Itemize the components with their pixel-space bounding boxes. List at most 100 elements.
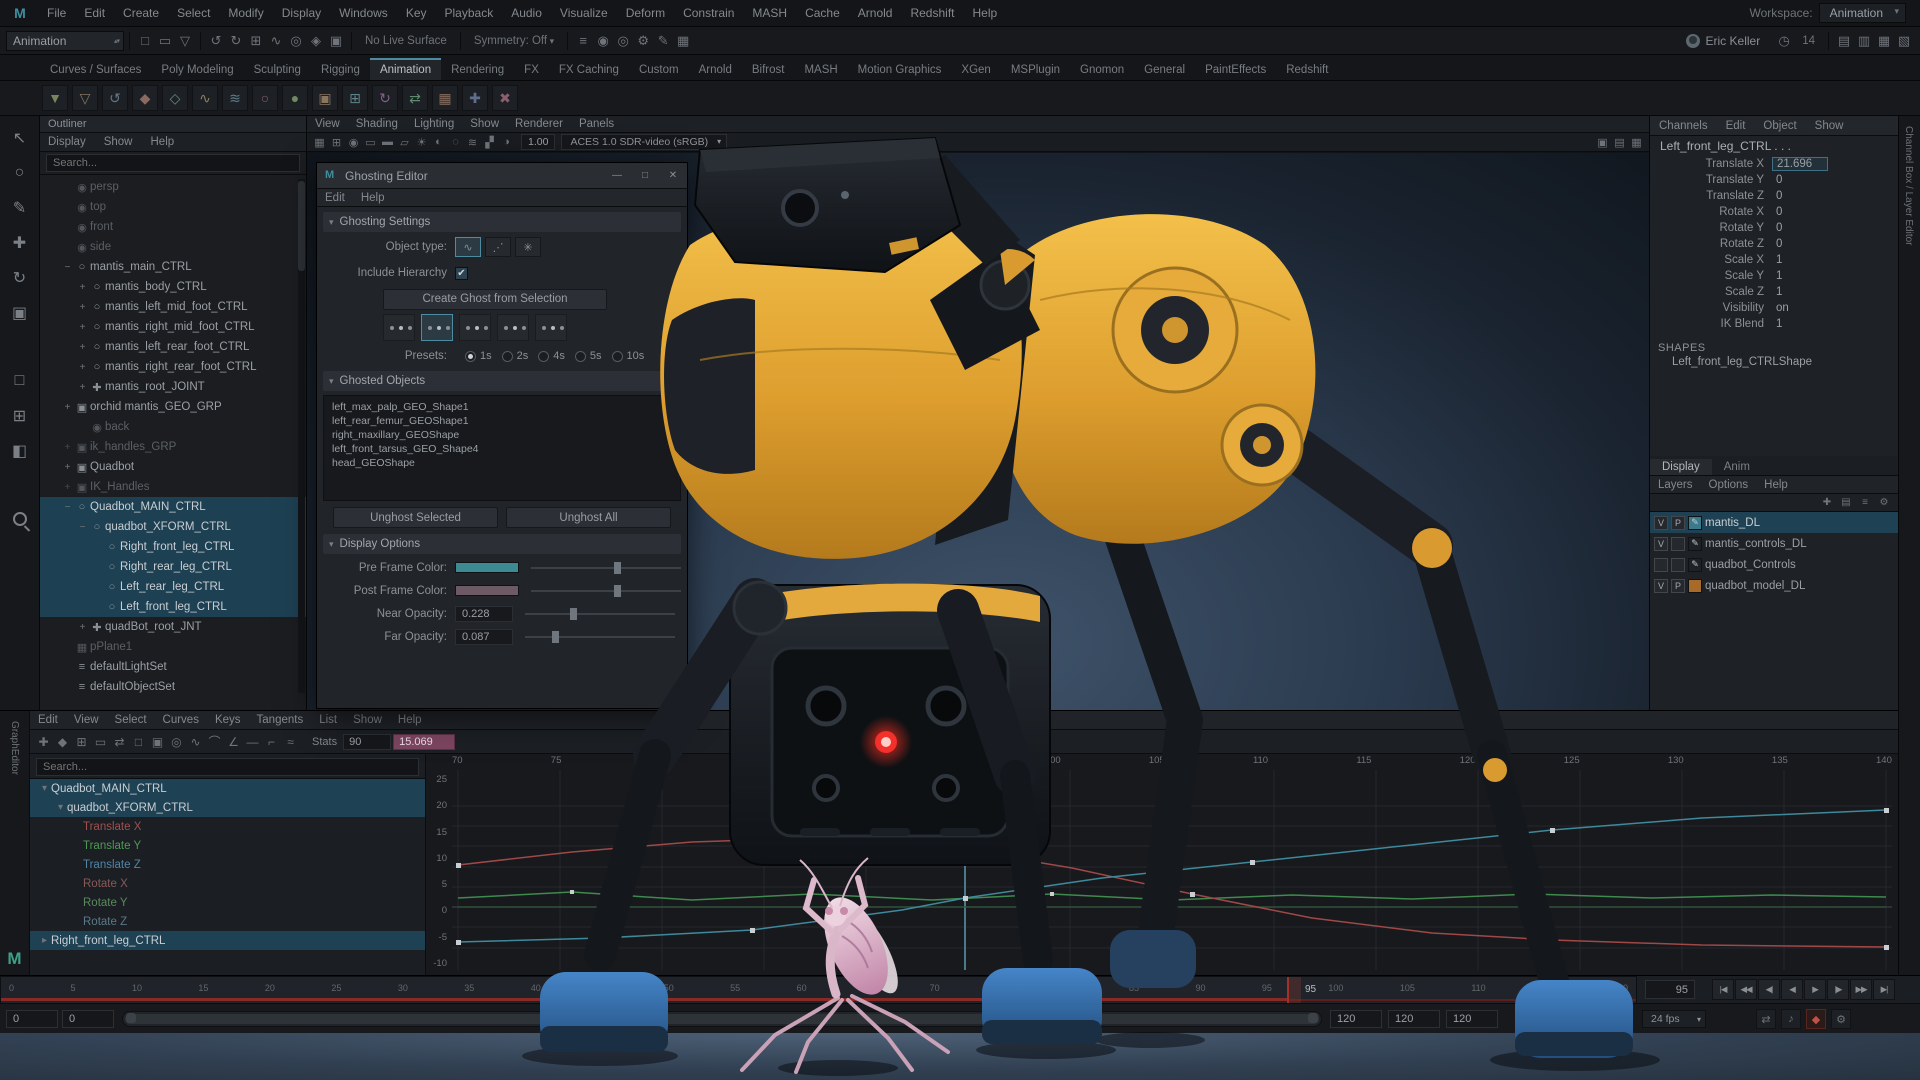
scale-tool-icon[interactable]: ▣: [6, 299, 34, 327]
channel-attribute-row[interactable]: Translate Z 0: [1650, 188, 1898, 204]
shelf-tab[interactable]: FX: [514, 60, 549, 80]
outliner-item[interactable]: + ○ mantis_left_rear_foot_CTRL: [40, 337, 306, 357]
attribute-value[interactable]: on: [1772, 302, 1828, 314]
range-start-field[interactable]: 0: [62, 1010, 114, 1028]
attribute-value[interactable]: 1: [1772, 286, 1828, 298]
outliner-item[interactable]: + ▣ IK_Handles: [40, 477, 306, 497]
new-layer-icon[interactable]: ✚: [1819, 495, 1835, 510]
graph-editor-menu-item[interactable]: Edit: [30, 714, 66, 726]
layer-playback-toggle[interactable]: [1671, 558, 1685, 572]
outliner-item[interactable]: + ✚ quadBot_root_JNT: [40, 617, 306, 637]
range-end-field[interactable]: 120: [1330, 1010, 1382, 1028]
outliner-item[interactable]: ◉ persp: [40, 177, 306, 197]
time-slider-track[interactable]: 0510152025303540455055606570758085909510…: [0, 976, 1637, 1004]
outliner-item[interactable]: − ○ quadbot_XFORM_CTRL: [40, 517, 306, 537]
outliner-item[interactable]: + ○ mantis_right_mid_foot_CTRL: [40, 317, 306, 337]
playback-range[interactable]: [125, 1014, 1319, 1024]
play-forwards-button[interactable]: ▶: [1804, 979, 1826, 1000]
expand-toggle[interactable]: +: [76, 302, 89, 313]
frame-playback-icon[interactable]: ▣: [148, 732, 167, 751]
stats-frame-field[interactable]: 90: [343, 734, 391, 750]
shelf-undo-icon[interactable]: ↺: [102, 85, 128, 111]
snap-plane-icon[interactable]: ◈: [306, 31, 326, 51]
layer-list-icon[interactable]: ≡: [1857, 495, 1873, 510]
new-layer-selected-icon[interactable]: ▤: [1838, 495, 1854, 510]
ghosted-object-item[interactable]: left_max_palp_GEO_Shape1: [324, 400, 680, 414]
channel-attribute-row[interactable]: Rotate Y 0: [1650, 220, 1898, 236]
expand-toggle[interactable]: ▾: [38, 783, 51, 794]
current-frame-field[interactable]: 95: [1645, 980, 1695, 999]
graph-editor-curve-view[interactable]: 707580859095100105110115120125130135140 …: [426, 754, 1898, 975]
expand-toggle[interactable]: +: [76, 342, 89, 353]
shelf-breakdown-icon[interactable]: ◇: [162, 85, 188, 111]
attribute-value[interactable]: 1: [1772, 318, 1828, 330]
shelf-ghost-icon[interactable]: ≋: [222, 85, 248, 111]
render-settings-icon[interactable]: ⚙: [633, 31, 653, 51]
preset-radio[interactable]: [575, 351, 586, 362]
menu-item[interactable]: Key: [397, 6, 436, 20]
step-forward-key-button[interactable]: ▶▶: [1850, 979, 1872, 1000]
graph-editor-menu-item[interactable]: Show: [345, 714, 390, 726]
layer-menu-item[interactable]: Layers: [1650, 479, 1701, 491]
outliner-menu-item[interactable]: Display: [40, 136, 94, 148]
modeling-toolkit-icon[interactable]: ▤: [1834, 31, 1854, 51]
layer-playback-toggle[interactable]: P: [1671, 579, 1685, 593]
outliner-scrollbar[interactable]: [298, 179, 305, 693]
snap-curve-icon[interactable]: ∿: [266, 31, 286, 51]
wireframe-on-shaded-icon[interactable]: ▦: [1628, 134, 1645, 151]
animation-preferences-icon[interactable]: ⚙: [1831, 1009, 1851, 1029]
expand-toggle[interactable]: ▾: [54, 802, 67, 813]
attribute-value[interactable]: 21.696: [1772, 157, 1828, 171]
channel-attribute-row[interactable]: Scale Z 1: [1650, 284, 1898, 300]
dialog-menu-item[interactable]: Edit: [317, 192, 353, 204]
outliner-item[interactable]: ▦ pPlane1: [40, 637, 306, 657]
shelf-tab[interactable]: Rendering: [441, 60, 514, 80]
ghosted-objects-list[interactable]: left_max_palp_GEO_Shape1left_rear_femur_…: [323, 395, 681, 501]
graph-editor-channel-row[interactable]: Translate X: [30, 817, 425, 836]
shelf-tab[interactable]: Motion Graphics: [848, 60, 952, 80]
shelf-retime-icon[interactable]: ⇄: [402, 85, 428, 111]
frame-all-icon[interactable]: □: [129, 732, 148, 751]
expand-toggle[interactable]: +: [61, 402, 74, 413]
undo-icon[interactable]: ↺: [206, 31, 226, 51]
shelf-tab[interactable]: Rigging: [311, 60, 370, 80]
playback-loop-icon[interactable]: ⇄: [1756, 1009, 1776, 1029]
channel-box-tab[interactable]: Channel Box / Layer Editor: [1899, 116, 1918, 256]
outliner-item[interactable]: − ○ Quadbot_MAIN_CTRL: [40, 497, 306, 517]
channel-box-menu-item[interactable]: Object: [1754, 120, 1805, 132]
outliner-item[interactable]: ◉ side: [40, 237, 306, 257]
expand-toggle[interactable]: +: [76, 382, 89, 393]
expand-toggle[interactable]: +: [76, 362, 89, 373]
shelf-open-icon[interactable]: ▼: [42, 85, 68, 111]
range-slider[interactable]: [122, 1011, 1322, 1027]
outliner-item[interactable]: ≡ defaultObjectSet: [40, 677, 306, 697]
menu-item[interactable]: Deform: [617, 6, 674, 20]
graph-editor-menu-item[interactable]: Keys: [207, 714, 249, 726]
shelf-graph-editor-icon[interactable]: ▣: [312, 85, 338, 111]
menu-item[interactable]: Edit: [75, 6, 114, 20]
menu-item[interactable]: Select: [168, 6, 219, 20]
play-backwards-button[interactable]: ◀: [1781, 979, 1803, 1000]
exposure-icon[interactable]: ◑: [498, 134, 515, 151]
anti-aliasing-icon[interactable]: ▞: [481, 134, 498, 151]
layer-visibility-toggle[interactable]: V: [1654, 579, 1668, 593]
shelf-circle-icon[interactable]: ○: [252, 85, 278, 111]
ghosted-object-item[interactable]: head_GEOShape: [324, 456, 680, 470]
attribute-value[interactable]: 1: [1772, 270, 1828, 282]
ghost-type-frames-icon[interactable]: ⋰: [485, 237, 511, 257]
buffer-curve-icon[interactable]: ≈: [281, 732, 300, 751]
outliner-item[interactable]: + ▣ ik_handles_GRP: [40, 437, 306, 457]
menu-item[interactable]: Redshift: [901, 6, 963, 20]
shape-node-name[interactable]: Left_front_leg_CTRLShape: [1650, 356, 1898, 372]
ipr-render-icon[interactable]: ◎: [613, 31, 633, 51]
shelf-locator-icon[interactable]: ●: [282, 85, 308, 111]
ghost-preset-post-only[interactable]: [497, 314, 529, 341]
open-scene-icon[interactable]: ▭: [155, 31, 175, 51]
graph-editor-menu-item[interactable]: Select: [107, 714, 155, 726]
channel-attribute-row[interactable]: Visibility on: [1650, 300, 1898, 316]
maximize-icon[interactable]: □: [631, 163, 659, 189]
shadows-icon[interactable]: ◐: [430, 134, 447, 151]
outliner-search-input[interactable]: [46, 154, 300, 172]
outliner-item[interactable]: ◉ top: [40, 197, 306, 217]
graph-editor-search-input[interactable]: [36, 758, 419, 776]
